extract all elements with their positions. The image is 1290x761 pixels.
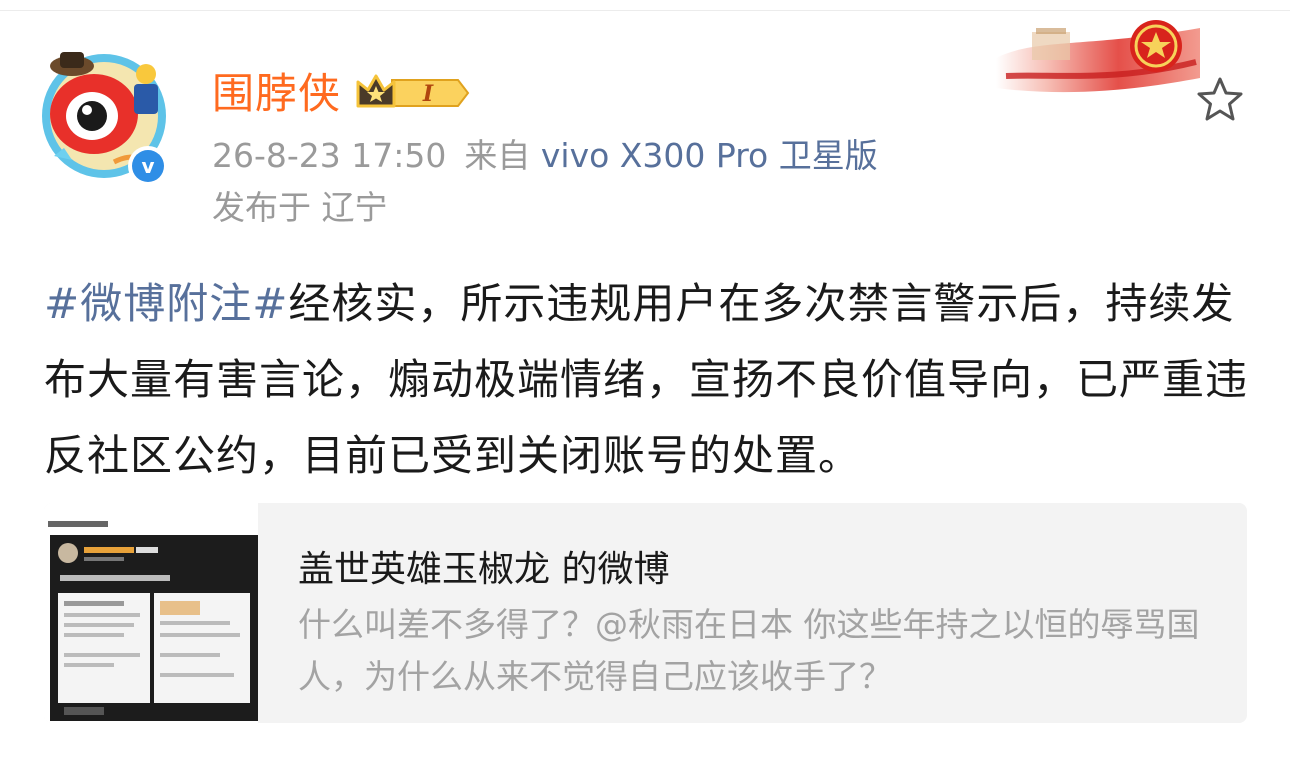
member-crown-badge-icon[interactable]: I [354,70,472,116]
top-divider [0,10,1290,11]
repost-thumbnail [44,503,258,723]
hashtag-link[interactable]: #微博附注# [44,279,288,328]
favorite-star-icon[interactable] [1194,74,1246,126]
username[interactable]: 围脖侠 [212,66,341,122]
repost-title: 盖世英雄玉椒龙 的微博 [298,549,670,590]
repost-excerpt: 什么叫差不多得了？@秋雨在日本 你这些年持之以恒的辱骂国人，为什么从来不觉得自己… [298,605,1200,696]
source-prefix: 来自 [464,136,531,175]
source-device-link[interactable]: vivo X300 Pro 卫星版 [541,136,878,175]
post-date: 26-8-23 17:50 [212,136,447,175]
badge-level-text: I [422,81,434,107]
post-location: 发布于 辽宁 [212,188,388,227]
decorative-banner-icon [996,20,1200,93]
post-meta: 26-8-23 17:50 来自 vivo X300 Pro 卫星版 [212,134,878,178]
repost-card[interactable]: 盖世英雄玉椒龙 的微博 什么叫差不多得了？@秋雨在日本 你这些年持之以恒的辱骂国… [44,503,1247,723]
verified-badge-icon: v [128,146,168,186]
post-body: #微博附注#经核实，所示违规用户在多次禁言警示后，持续发布大量有害言论，煽动极端… [44,266,1254,494]
